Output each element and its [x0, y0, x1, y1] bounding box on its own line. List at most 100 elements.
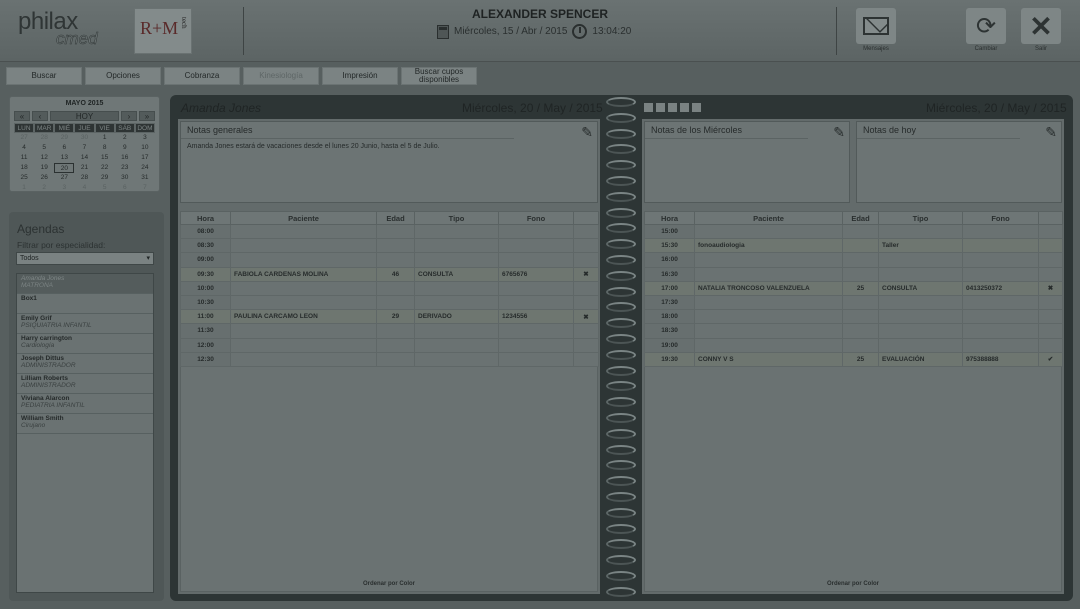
- calendar-day[interactable]: 27: [14, 133, 34, 143]
- general-notes[interactable]: Notas generales Amanda Jones estará de v…: [180, 121, 598, 203]
- delete-icon[interactable]: ✖: [1038, 280, 1063, 296]
- calendar-day[interactable]: 4: [14, 143, 34, 153]
- billing-button[interactable]: Cobranza: [164, 67, 240, 85]
- delete-icon[interactable]: ✖: [573, 266, 599, 282]
- calendar-day[interactable]: 30: [74, 133, 94, 143]
- calendar-day[interactable]: 15: [95, 153, 115, 163]
- agenda-list[interactable]: Amanda Jones MATRONA Box1 Emily Grif PSIQUIA…: [16, 273, 154, 593]
- edit-pencil-icon[interactable]: ✎: [581, 124, 593, 141]
- calendar-day[interactable]: 12: [34, 153, 54, 163]
- calendar-day[interactable]: 28: [34, 133, 54, 143]
- table-row[interactable]: 18:00: [644, 309, 1063, 325]
- table-row[interactable]: 11:00 PAULINA CARCAMO LEON 29 DERIVADO 12345…: [180, 309, 599, 325]
- print-button[interactable]: Impresión: [322, 67, 398, 85]
- search-button[interactable]: Buscar: [6, 67, 82, 85]
- calendar-day[interactable]: 3: [135, 133, 155, 143]
- switch-button[interactable]: ⟳ Cambiar: [966, 8, 1006, 52]
- calendar-day[interactable]: 1: [14, 183, 34, 193]
- right-order-by-color[interactable]: Ordenar por Color: [644, 581, 1062, 587]
- agenda-item[interactable]: Lilliam Roberts ADMINISTRADOR: [17, 374, 153, 394]
- calendar-day[interactable]: 5: [95, 183, 115, 193]
- calendar-day[interactable]: 10: [135, 143, 155, 153]
- table-row[interactable]: 11:30: [180, 323, 599, 339]
- table-row[interactable]: 08:00: [180, 223, 599, 240]
- prev-month-button[interactable]: ‹: [32, 111, 48, 121]
- color-square[interactable]: [656, 103, 665, 112]
- calendar-day[interactable]: 14: [74, 153, 94, 163]
- table-row[interactable]: 15:30 fonoaudiologia Taller: [644, 238, 1063, 254]
- calendar-day[interactable]: 20: [54, 163, 75, 173]
- delete-icon[interactable]: ✖: [573, 309, 599, 325]
- calendar-day[interactable]: 29: [95, 173, 115, 183]
- table-row[interactable]: 09:00: [180, 252, 599, 268]
- calendar-day[interactable]: 16: [115, 153, 135, 163]
- agenda-item[interactable]: Amanda Jones MATRONA: [17, 274, 153, 294]
- agenda-item[interactable]: Harry carrington Cardiología: [17, 334, 153, 354]
- calendar-day[interactable]: 4: [74, 183, 94, 193]
- calendar-day[interactable]: 30: [115, 173, 135, 183]
- calendar-day[interactable]: 23: [115, 163, 135, 173]
- calendar-day[interactable]: 13: [54, 153, 74, 163]
- next-month-button[interactable]: ›: [121, 111, 137, 121]
- calendar-day[interactable]: 11: [14, 153, 34, 163]
- kinesiology-button[interactable]: Kinesiología: [243, 67, 319, 85]
- color-square[interactable]: [668, 103, 677, 112]
- table-row[interactable]: 09:30 FABIOLA CARDENAS MOLINA 46 CONSULTA 67…: [180, 266, 599, 282]
- table-row[interactable]: 17:30: [644, 294, 1063, 311]
- table-row[interactable]: 17:00 NATALIA TRONCOSO VALENZUELA 25 CONSUL…: [644, 280, 1063, 296]
- calendar-day[interactable]: 31: [135, 173, 155, 183]
- agenda-item[interactable]: Viviana Alarcon PEDIATRIA INFANTIL: [17, 394, 153, 414]
- table-row[interactable]: 16:00: [644, 252, 1063, 268]
- calendar-day[interactable]: 2: [115, 133, 135, 143]
- calendar-day[interactable]: 17: [135, 153, 155, 163]
- color-square[interactable]: [692, 103, 701, 112]
- calendar-day[interactable]: 3: [54, 183, 74, 193]
- calendar-day[interactable]: 7: [135, 183, 155, 193]
- table-row[interactable]: 18:30: [644, 323, 1063, 339]
- calendar-day[interactable]: 21: [74, 163, 94, 173]
- calendar-day[interactable]: 26: [34, 173, 54, 183]
- weekday-notes[interactable]: Notas de los Miércoles ✎: [644, 121, 850, 203]
- edit-pencil-icon[interactable]: ✎: [1045, 124, 1057, 141]
- table-row[interactable]: 12:00: [180, 337, 599, 353]
- specialty-select[interactable]: Todos: [16, 252, 154, 265]
- messages-button[interactable]: Mensajes: [856, 8, 896, 52]
- calendar-day[interactable]: 1: [95, 133, 115, 143]
- table-row[interactable]: 10:00: [180, 280, 599, 296]
- table-row[interactable]: 10:30: [180, 294, 599, 311]
- calendar-day[interactable]: 25: [14, 173, 34, 183]
- agenda-item[interactable]: Joseph Dittus ADMINISTRADOR: [17, 354, 153, 374]
- agenda-item[interactable]: Emily Grif PSIQUIATRIA INFANTIL: [17, 314, 153, 334]
- agenda-item[interactable]: Box1: [17, 294, 153, 314]
- next-year-button[interactable]: »: [139, 111, 155, 121]
- calendar-day[interactable]: 19: [34, 163, 54, 173]
- exit-button[interactable]: ✕ Salir: [1021, 8, 1061, 52]
- edit-pencil-icon[interactable]: ✎: [833, 124, 845, 141]
- options-button[interactable]: Opciones: [85, 67, 161, 85]
- color-square[interactable]: [644, 103, 653, 112]
- calendar-day[interactable]: 6: [54, 143, 74, 153]
- table-row[interactable]: 19:30 CONNY V S 25 EVALUACIÓN 975388888 ✔: [644, 351, 1063, 367]
- table-row[interactable]: 12:30: [180, 351, 599, 367]
- left-order-by-color[interactable]: Ordenar por Color: [180, 581, 598, 587]
- calendar-day[interactable]: 29: [54, 133, 74, 143]
- calendar-day[interactable]: 8: [95, 143, 115, 153]
- calendar-day[interactable]: 24: [135, 163, 155, 173]
- color-square[interactable]: [680, 103, 689, 112]
- table-row[interactable]: 16:30: [644, 266, 1063, 282]
- table-row[interactable]: 08:30: [180, 238, 599, 254]
- calendar-day[interactable]: 7: [74, 143, 94, 153]
- calendar-day[interactable]: 27: [54, 173, 74, 183]
- calendar-day[interactable]: 22: [95, 163, 115, 173]
- table-row[interactable]: 19:00: [644, 337, 1063, 353]
- calendar-day[interactable]: 5: [34, 143, 54, 153]
- calendar-day[interactable]: 6: [115, 183, 135, 193]
- table-row[interactable]: 15:00: [644, 223, 1063, 240]
- calendar-day[interactable]: 18: [14, 163, 34, 173]
- prev-year-button[interactable]: «: [14, 111, 30, 121]
- agenda-item[interactable]: William Smith Cirujano: [17, 414, 153, 434]
- calendar-day[interactable]: 9: [115, 143, 135, 153]
- calendar-day[interactable]: 28: [74, 173, 94, 183]
- today-button[interactable]: HOY: [50, 111, 119, 121]
- today-notes[interactable]: Notas de hoy ✎: [856, 121, 1062, 203]
